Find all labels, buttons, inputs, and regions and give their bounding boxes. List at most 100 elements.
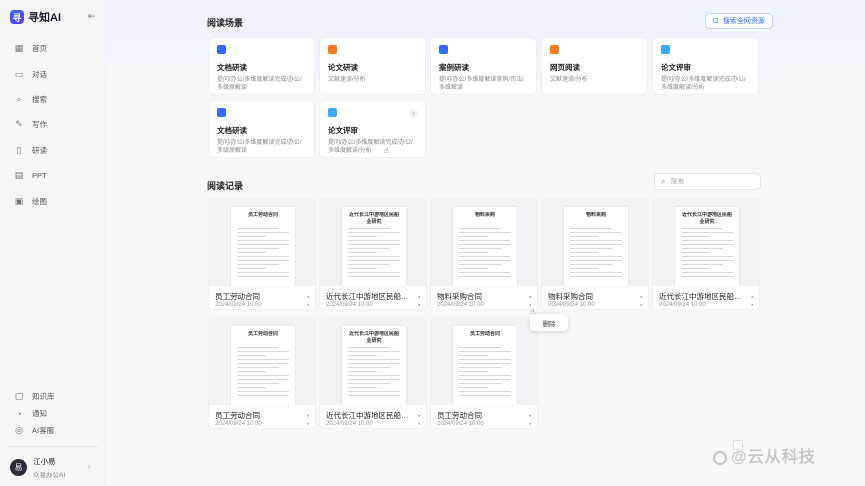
thumb-text-line bbox=[348, 387, 377, 388]
thumb-text-line bbox=[348, 371, 377, 372]
sidebar-item-support[interactable]: ◎ AI客服 bbox=[0, 422, 106, 439]
scene-name: 案例研读 bbox=[439, 63, 469, 72]
more-options-icon[interactable]: ··· bbox=[640, 293, 643, 310]
scene-name: 文档研读 bbox=[217, 63, 247, 72]
sidebar-item-search[interactable]: ⌕ 搜索 bbox=[0, 87, 106, 112]
chevron-right-icon[interactable]: › bbox=[88, 462, 91, 471]
more-options-icon[interactable]: ··· bbox=[751, 293, 754, 310]
thumb-text-line bbox=[237, 236, 266, 237]
slides-icon: ▤ bbox=[14, 170, 24, 181]
sidebar-item-home[interactable]: ▦ 首页 bbox=[0, 36, 106, 61]
record-name: 近代长江中游地区民船业研究 bbox=[659, 292, 743, 301]
record-card[interactable]: 员工劳动合同员工劳动合同2024/09/24 10:00··· bbox=[430, 317, 538, 429]
document-preview: 物料采购 bbox=[453, 207, 517, 286]
document-preview: 员工劳动合同 bbox=[231, 207, 295, 286]
thumb-text-line bbox=[570, 276, 622, 277]
thumb-text-line bbox=[237, 264, 279, 265]
thumb-text-line bbox=[237, 244, 289, 245]
thumb-text-line bbox=[681, 244, 733, 245]
record-date: 2024/09/24 10:00 bbox=[215, 302, 262, 308]
book-icon: ▯ bbox=[16, 144, 22, 155]
scene-desc: 提问/办公/多维度解读完成/办公/多级原解读 bbox=[217, 140, 302, 155]
record-thumbnail: 物料采购 bbox=[431, 199, 537, 286]
search-web-resources-button[interactable]: ⊡ 搜索全网资源 bbox=[705, 13, 773, 29]
sidebar-item-label: 知识库 bbox=[32, 392, 55, 401]
sidebar-item-read[interactable]: ▯ 研读 bbox=[0, 138, 106, 163]
collapse-sidebar-icon[interactable]: ⇤ bbox=[88, 11, 96, 22]
records-search-input[interactable] bbox=[670, 178, 751, 185]
delete-menu-item[interactable]: 删除 bbox=[530, 314, 568, 331]
thumb-text-line bbox=[237, 260, 289, 261]
thumb-text-line bbox=[459, 351, 511, 352]
record-card[interactable]: 近代长江中游地区民船业研究近代长江中游地区民船业研究2024/09/24 10:… bbox=[319, 198, 427, 310]
sidebar-item-label: 首页 bbox=[32, 44, 47, 54]
thumb-text-line bbox=[681, 236, 710, 237]
sidebar-item-library[interactable]: ▢ 知识库 bbox=[0, 388, 106, 405]
thumb-title: 员工劳动合同 bbox=[247, 331, 278, 337]
thumb-text-line bbox=[570, 236, 599, 237]
thumb-text-line bbox=[459, 375, 511, 376]
more-options-icon[interactable]: ··· bbox=[418, 293, 421, 310]
search-icon: ⌕ bbox=[661, 176, 666, 186]
thumb-text-line bbox=[459, 347, 501, 348]
sidebar-item-label: AI客服 bbox=[32, 426, 55, 435]
thumb-text-line bbox=[681, 260, 733, 261]
thumb-text-line bbox=[459, 248, 501, 249]
scene-card-doc-reading[interactable]: 文档研读 提问/办公/多维度解读完成/办公/多级原解读 bbox=[208, 37, 315, 95]
record-name: 员工劳动合同 bbox=[215, 411, 260, 420]
thumb-title: 近代长江中游地区民船业研究 bbox=[348, 212, 399, 225]
thumb-text-line bbox=[348, 252, 377, 253]
record-thumbnail: 员工劳动合同 bbox=[209, 199, 315, 286]
more-options-icon[interactable]: ··· bbox=[418, 412, 421, 429]
records-title: 阅读记录 bbox=[207, 181, 244, 191]
scene-card-paper-review-2[interactable]: 论文评审 提问/办公/多维度解读完成/办公/多维度解读/分析 › bbox=[319, 100, 426, 158]
thumb-text-line bbox=[237, 391, 289, 392]
watermark-text: @云从科技 bbox=[731, 449, 816, 466]
document-preview: 近代长江中游地区民船业研究 bbox=[675, 207, 739, 286]
thumb-text-line bbox=[237, 252, 266, 253]
hand-cursor-icon: ☝ bbox=[384, 146, 389, 155]
arrow-right-icon[interactable]: › bbox=[409, 109, 418, 118]
thumb-text-line bbox=[348, 272, 400, 273]
record-card[interactable]: 员工劳动合同员工劳动合同2024/09/24 10:00··· bbox=[208, 198, 316, 310]
record-card[interactable]: 物料采购物料采购合同2024/09/24 10:00··· bbox=[430, 198, 538, 310]
grid-icon: ▦ bbox=[14, 43, 24, 54]
record-card[interactable]: 员工劳动合同员工劳动合同2024/09/24 10:00··· bbox=[208, 317, 316, 429]
user-profile[interactable]: 易 江小易 众易办公AI bbox=[10, 456, 65, 479]
thumb-text-line bbox=[348, 355, 377, 356]
thumb-text-line bbox=[348, 228, 390, 229]
more-options-icon[interactable]: ··· bbox=[307, 412, 310, 429]
thumb-title: 近代长江中游地区民船业研究 bbox=[348, 331, 399, 344]
sidebar-item-chat[interactable]: ▭ 对话 bbox=[0, 61, 106, 86]
scene-card-case-reading[interactable]: 案例研读 提问/办公/多维度解读案例/司法/多维解读 bbox=[430, 37, 537, 95]
scene-card-paper-reading[interactable]: 论文研读 文献速读/分析 bbox=[319, 37, 426, 95]
document-preview: 近代长江中游地区民船业研究 bbox=[342, 326, 406, 405]
more-options-icon[interactable]: ··· bbox=[529, 412, 532, 429]
sidebar-item-label: 搜索 bbox=[32, 94, 47, 104]
record-date: 2024/09/24 10:00 bbox=[548, 302, 595, 308]
thumb-text-line bbox=[459, 387, 488, 388]
record-date: 2024/09/24 10:00 bbox=[215, 421, 262, 427]
records-search[interactable]: ⌕ bbox=[654, 173, 761, 190]
sidebar-item-ppt[interactable]: ▤ PPT bbox=[0, 163, 106, 188]
record-card[interactable]: 近代长江中游地区民船业研究近代长江中游地区民船业研究2024/09/24 10:… bbox=[319, 317, 427, 429]
scene-card-paper-review[interactable]: 论文评审 提问/办公/多维度解读完成/办公/多维度解读/分析 bbox=[652, 37, 759, 95]
thumb-text-line bbox=[237, 272, 289, 273]
thumb-text-line bbox=[237, 276, 289, 277]
scene-desc: 提问/办公/多维度解读完成/办公/多维度解读/分析 bbox=[661, 77, 746, 92]
thumb-text-line bbox=[681, 228, 723, 229]
more-options-icon[interactable]: ··· bbox=[307, 293, 310, 310]
sidebar-item-draw[interactable]: ▣ 绘图 bbox=[0, 188, 106, 213]
scene-card-web-reading[interactable]: 网页阅读 文献速读/分析 bbox=[541, 37, 648, 95]
sidebar-item-label: 研读 bbox=[32, 145, 47, 155]
sidebar-item-notifications[interactable]: ◔ 通知 bbox=[0, 405, 106, 422]
document-preview: 员工劳动合同 bbox=[453, 326, 517, 405]
record-card[interactable]: 物料采购物料采购合同2024/09/24 10:00··· bbox=[541, 198, 649, 310]
sidebar-item-label: PPT bbox=[32, 171, 47, 181]
sidebar-item-write[interactable]: ✎ 写作 bbox=[0, 112, 106, 137]
brand[interactable]: 寻 寻知AI bbox=[10, 9, 61, 25]
thumb-text-line bbox=[237, 268, 266, 269]
record-card[interactable]: 近代长江中游地区民船业研究近代长江中游地区民船业研究2024/09/24 10:… bbox=[652, 198, 760, 310]
scene-card-doc-reading-2[interactable]: 文档研读 提问/办公/多维度解读完成/办公/多级原解读 bbox=[208, 100, 315, 158]
thumb-text-line bbox=[348, 264, 390, 265]
